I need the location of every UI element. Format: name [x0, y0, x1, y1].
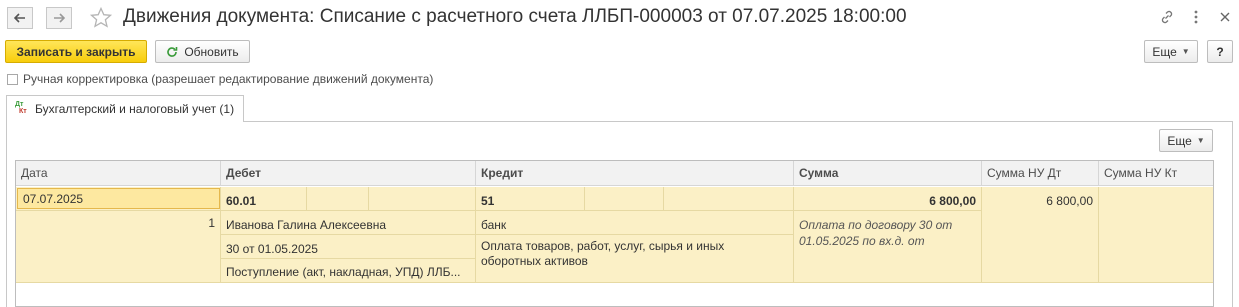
column-separator — [663, 187, 664, 210]
save-and-close-button[interactable]: Записать и закрыть — [5, 40, 147, 63]
window-title: Движения документа: Списание с расчетног… — [123, 6, 907, 27]
help-button[interactable]: ? — [1207, 40, 1233, 63]
back-button[interactable] — [7, 7, 33, 29]
column-header-amount-nu-kt[interactable]: Сумма НУ Кт — [1099, 161, 1213, 186]
content-cell[interactable]: Оплата по договору 30 от 01.05.2025 по в… — [794, 214, 981, 252]
manual-correction-label: Ручная корректировка (разрешает редактир… — [23, 72, 434, 86]
refresh-icon — [166, 46, 178, 58]
table-more-label: Еще — [1167, 133, 1192, 148]
amount-nu-dt-cell[interactable]: 6 800,00 — [982, 191, 1098, 211]
chevron-down-icon: ▼ — [1181, 47, 1190, 56]
chevron-down-icon: ▼ — [1196, 136, 1205, 145]
debit-subconto-2-cell[interactable]: 30 от 01.05.2025 — [221, 239, 475, 259]
more-actions-label: Еще — [1152, 44, 1177, 59]
manual-correction-checkbox[interactable] — [7, 74, 18, 85]
column-header-amount[interactable]: Сумма — [794, 161, 982, 186]
tab-accounting-tax[interactable]: Дт Кт Бухгалтерский и налоговый учет (1) — [6, 95, 244, 122]
column-separator — [584, 187, 585, 210]
amount-cell[interactable]: 6 800,00 — [794, 191, 981, 211]
link-icon — [1159, 9, 1175, 28]
forward-button[interactable] — [46, 7, 72, 29]
more-vertical-icon — [1194, 10, 1198, 27]
save-and-close-label: Записать и закрыть — [16, 44, 136, 59]
column-header-amount-nu-dt[interactable]: Сумма НУ Дт — [982, 161, 1099, 186]
more-actions-button[interactable]: Еще ▼ — [1144, 40, 1198, 63]
debit-account-cell[interactable]: 60.01 — [221, 191, 306, 211]
line-number-cell: 1 — [208, 216, 215, 230]
column-header-debit[interactable]: Дебет — [221, 161, 476, 186]
table-more-button[interactable]: Еще ▼ — [1159, 129, 1213, 152]
debit-credit-icon: Дт Кт — [15, 101, 27, 115]
panel-border-right — [1232, 121, 1233, 307]
column-separator — [1098, 187, 1099, 283]
back-icon — [14, 13, 26, 23]
forward-icon — [53, 13, 65, 23]
debit-subconto-3-cell[interactable]: Поступление (акт, накладная, УПД) ЛЛБ... — [221, 262, 475, 282]
credit-subconto-2-cell[interactable]: Оплата товаров, работ, услуг, сырья и ин… — [476, 236, 746, 272]
panel-border-left — [6, 121, 7, 307]
tab-label: Бухгалтерский и налоговый учет (1) — [35, 102, 235, 116]
close-button[interactable] — [1215, 8, 1235, 28]
column-separator — [306, 187, 307, 210]
credit-account-cell[interactable]: 51 — [476, 191, 584, 211]
link-button[interactable] — [1157, 8, 1177, 28]
star-icon — [89, 6, 113, 33]
credit-subconto-1-cell[interactable]: банк — [476, 215, 793, 235]
debit-subconto-1-cell[interactable]: Иванова Галина Алексеевна — [221, 215, 475, 235]
refresh-button[interactable]: Обновить — [155, 40, 250, 63]
column-separator — [368, 187, 369, 210]
close-icon — [1220, 11, 1230, 25]
column-header-credit[interactable]: Кредит — [476, 161, 794, 186]
amount-nu-kt-cell[interactable] — [1099, 191, 1213, 197]
refresh-label: Обновить — [184, 44, 239, 59]
help-label: ? — [1216, 44, 1224, 59]
movements-table[interactable]: Дата Дебет Кредит Сумма Сумма НУ Дт Сумм… — [15, 160, 1214, 307]
more-menu-button[interactable] — [1186, 8, 1206, 28]
tab-divider — [244, 121, 1233, 122]
column-header-date[interactable]: Дата — [16, 161, 221, 186]
favorite-button[interactable] — [89, 6, 113, 30]
date-cell[interactable]: 07.07.2025 — [17, 188, 220, 209]
